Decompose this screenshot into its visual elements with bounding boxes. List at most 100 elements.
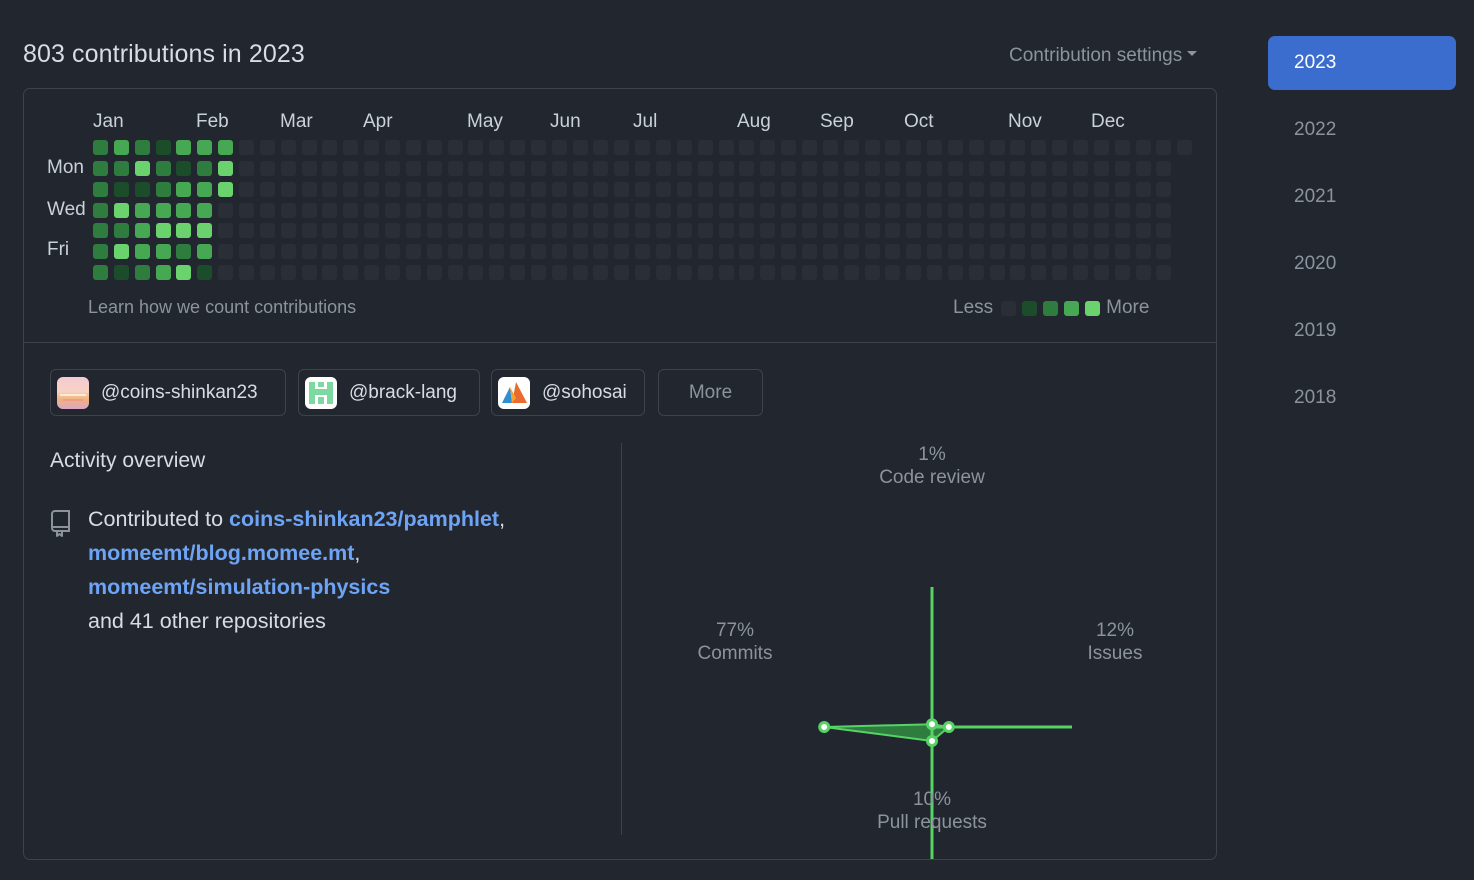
heatmap-cell[interactable] [405, 265, 421, 281]
heatmap-cell[interactable] [155, 223, 171, 239]
heatmap-cell[interactable] [1156, 181, 1172, 197]
heatmap-cell[interactable] [384, 223, 400, 239]
heatmap-cell[interactable] [739, 181, 755, 197]
heatmap-cell[interactable] [551, 244, 567, 260]
heatmap-cell[interactable] [1073, 160, 1088, 176]
heatmap-cell[interactable] [343, 181, 359, 197]
heatmap-cell[interactable] [739, 202, 755, 218]
heatmap-cell[interactable] [1135, 202, 1151, 218]
heatmap-cell[interactable] [989, 181, 1005, 197]
heatmap-cell[interactable] [551, 160, 567, 176]
heatmap-cell[interactable] [1031, 223, 1047, 239]
heatmap-cell[interactable] [760, 181, 776, 197]
heatmap-cell[interactable] [364, 202, 380, 218]
heatmap-cell[interactable] [239, 160, 254, 176]
heatmap-cell[interactable] [155, 244, 171, 260]
heatmap-cell[interactable] [989, 160, 1005, 176]
heatmap-cell[interactable] [197, 223, 213, 239]
heatmap-cell[interactable] [843, 140, 859, 155]
heatmap-cell[interactable] [801, 181, 817, 197]
heatmap-cell[interactable] [906, 160, 922, 176]
heatmap-cell[interactable] [864, 223, 880, 239]
year-2022[interactable]: 2022 [1268, 103, 1456, 157]
heatmap-cell[interactable] [614, 140, 630, 155]
heatmap-cell[interactable] [676, 140, 692, 155]
heatmap-cell[interactable] [801, 223, 817, 239]
heatmap-cell[interactable] [760, 202, 776, 218]
heatmap-cell[interactable] [885, 140, 901, 155]
heatmap-cell[interactable] [760, 244, 776, 260]
heatmap-cell[interactable] [155, 181, 171, 197]
heatmap-cell[interactable] [885, 181, 901, 197]
heatmap-cell[interactable] [947, 140, 963, 155]
heatmap-cell[interactable] [218, 140, 234, 155]
heatmap-cell[interactable] [843, 181, 859, 197]
heatmap-cell[interactable] [968, 265, 984, 281]
heatmap-cell[interactable] [656, 181, 671, 197]
heatmap-cell[interactable] [947, 202, 963, 218]
heatmap-cell[interactable] [1052, 265, 1068, 281]
heatmap-cell[interactable] [1073, 181, 1088, 197]
heatmap-cell[interactable] [801, 140, 817, 155]
heatmap-cell[interactable] [510, 181, 525, 197]
heatmap-cell[interactable] [113, 265, 129, 281]
heatmap-cell[interactable] [322, 160, 338, 176]
heatmap-cell[interactable] [1010, 181, 1026, 197]
heatmap-cell[interactable] [259, 244, 275, 260]
heatmap-cell[interactable] [1156, 223, 1172, 239]
heatmap-cell[interactable] [1010, 223, 1026, 239]
heatmap-cell[interactable] [906, 223, 922, 239]
heatmap-cell[interactable] [93, 244, 108, 260]
heatmap-cell[interactable] [676, 160, 692, 176]
heatmap-cell[interactable] [447, 265, 463, 281]
heatmap-cell[interactable] [593, 223, 609, 239]
heatmap-cell[interactable] [468, 244, 484, 260]
heatmap-cell[interactable] [843, 160, 859, 176]
heatmap-cell[interactable] [1073, 202, 1088, 218]
year-2019[interactable]: 2019 [1268, 304, 1456, 358]
heatmap-cell[interactable] [635, 223, 651, 239]
heatmap-cell[interactable] [176, 223, 192, 239]
heatmap-cell[interactable] [176, 202, 192, 218]
heatmap-cell[interactable] [614, 265, 630, 281]
heatmap-cell[interactable] [1177, 140, 1193, 155]
heatmap-cell[interactable] [384, 202, 400, 218]
heatmap-cell[interactable] [405, 244, 421, 260]
heatmap-cell[interactable] [113, 202, 129, 218]
heatmap-cell[interactable] [718, 265, 734, 281]
heatmap-cell[interactable] [718, 202, 734, 218]
heatmap-cell[interactable] [822, 244, 838, 260]
heatmap-cell[interactable] [1010, 265, 1026, 281]
heatmap-cell[interactable] [843, 223, 859, 239]
heatmap-cell[interactable] [697, 265, 713, 281]
heatmap-cell[interactable] [468, 265, 484, 281]
heatmap-cell[interactable] [530, 223, 546, 239]
org-filter-coins-shinkan23[interactable]: @coins-shinkan23 [50, 369, 286, 416]
heatmap-cell[interactable] [614, 244, 630, 260]
heatmap-cell[interactable] [1093, 244, 1109, 260]
heatmap-cell[interactable] [1073, 140, 1088, 155]
heatmap-cell[interactable] [551, 202, 567, 218]
heatmap-cell[interactable] [322, 202, 338, 218]
heatmap-cell[interactable] [739, 140, 755, 155]
heatmap-cell[interactable] [301, 265, 317, 281]
heatmap-cell[interactable] [489, 181, 505, 197]
heatmap-cell[interactable] [197, 202, 213, 218]
heatmap-cell[interactable] [822, 202, 838, 218]
heatmap-cell[interactable] [614, 160, 630, 176]
heatmap-cell[interactable] [468, 140, 484, 155]
heatmap-cell[interactable] [447, 181, 463, 197]
heatmap-cell[interactable] [155, 160, 171, 176]
heatmap-cell[interactable] [927, 160, 942, 176]
heatmap-cell[interactable] [489, 202, 505, 218]
heatmap-cell[interactable] [551, 181, 567, 197]
heatmap-cell[interactable] [822, 140, 838, 155]
heatmap-cell[interactable] [989, 244, 1005, 260]
heatmap-cell[interactable] [864, 181, 880, 197]
heatmap-cell[interactable] [530, 244, 546, 260]
heatmap-cell[interactable] [384, 244, 400, 260]
heatmap-cell[interactable] [447, 223, 463, 239]
more-orgs-button[interactable]: More [658, 369, 763, 416]
heatmap-cell[interactable] [635, 140, 651, 155]
heatmap-cell[interactable] [530, 181, 546, 197]
